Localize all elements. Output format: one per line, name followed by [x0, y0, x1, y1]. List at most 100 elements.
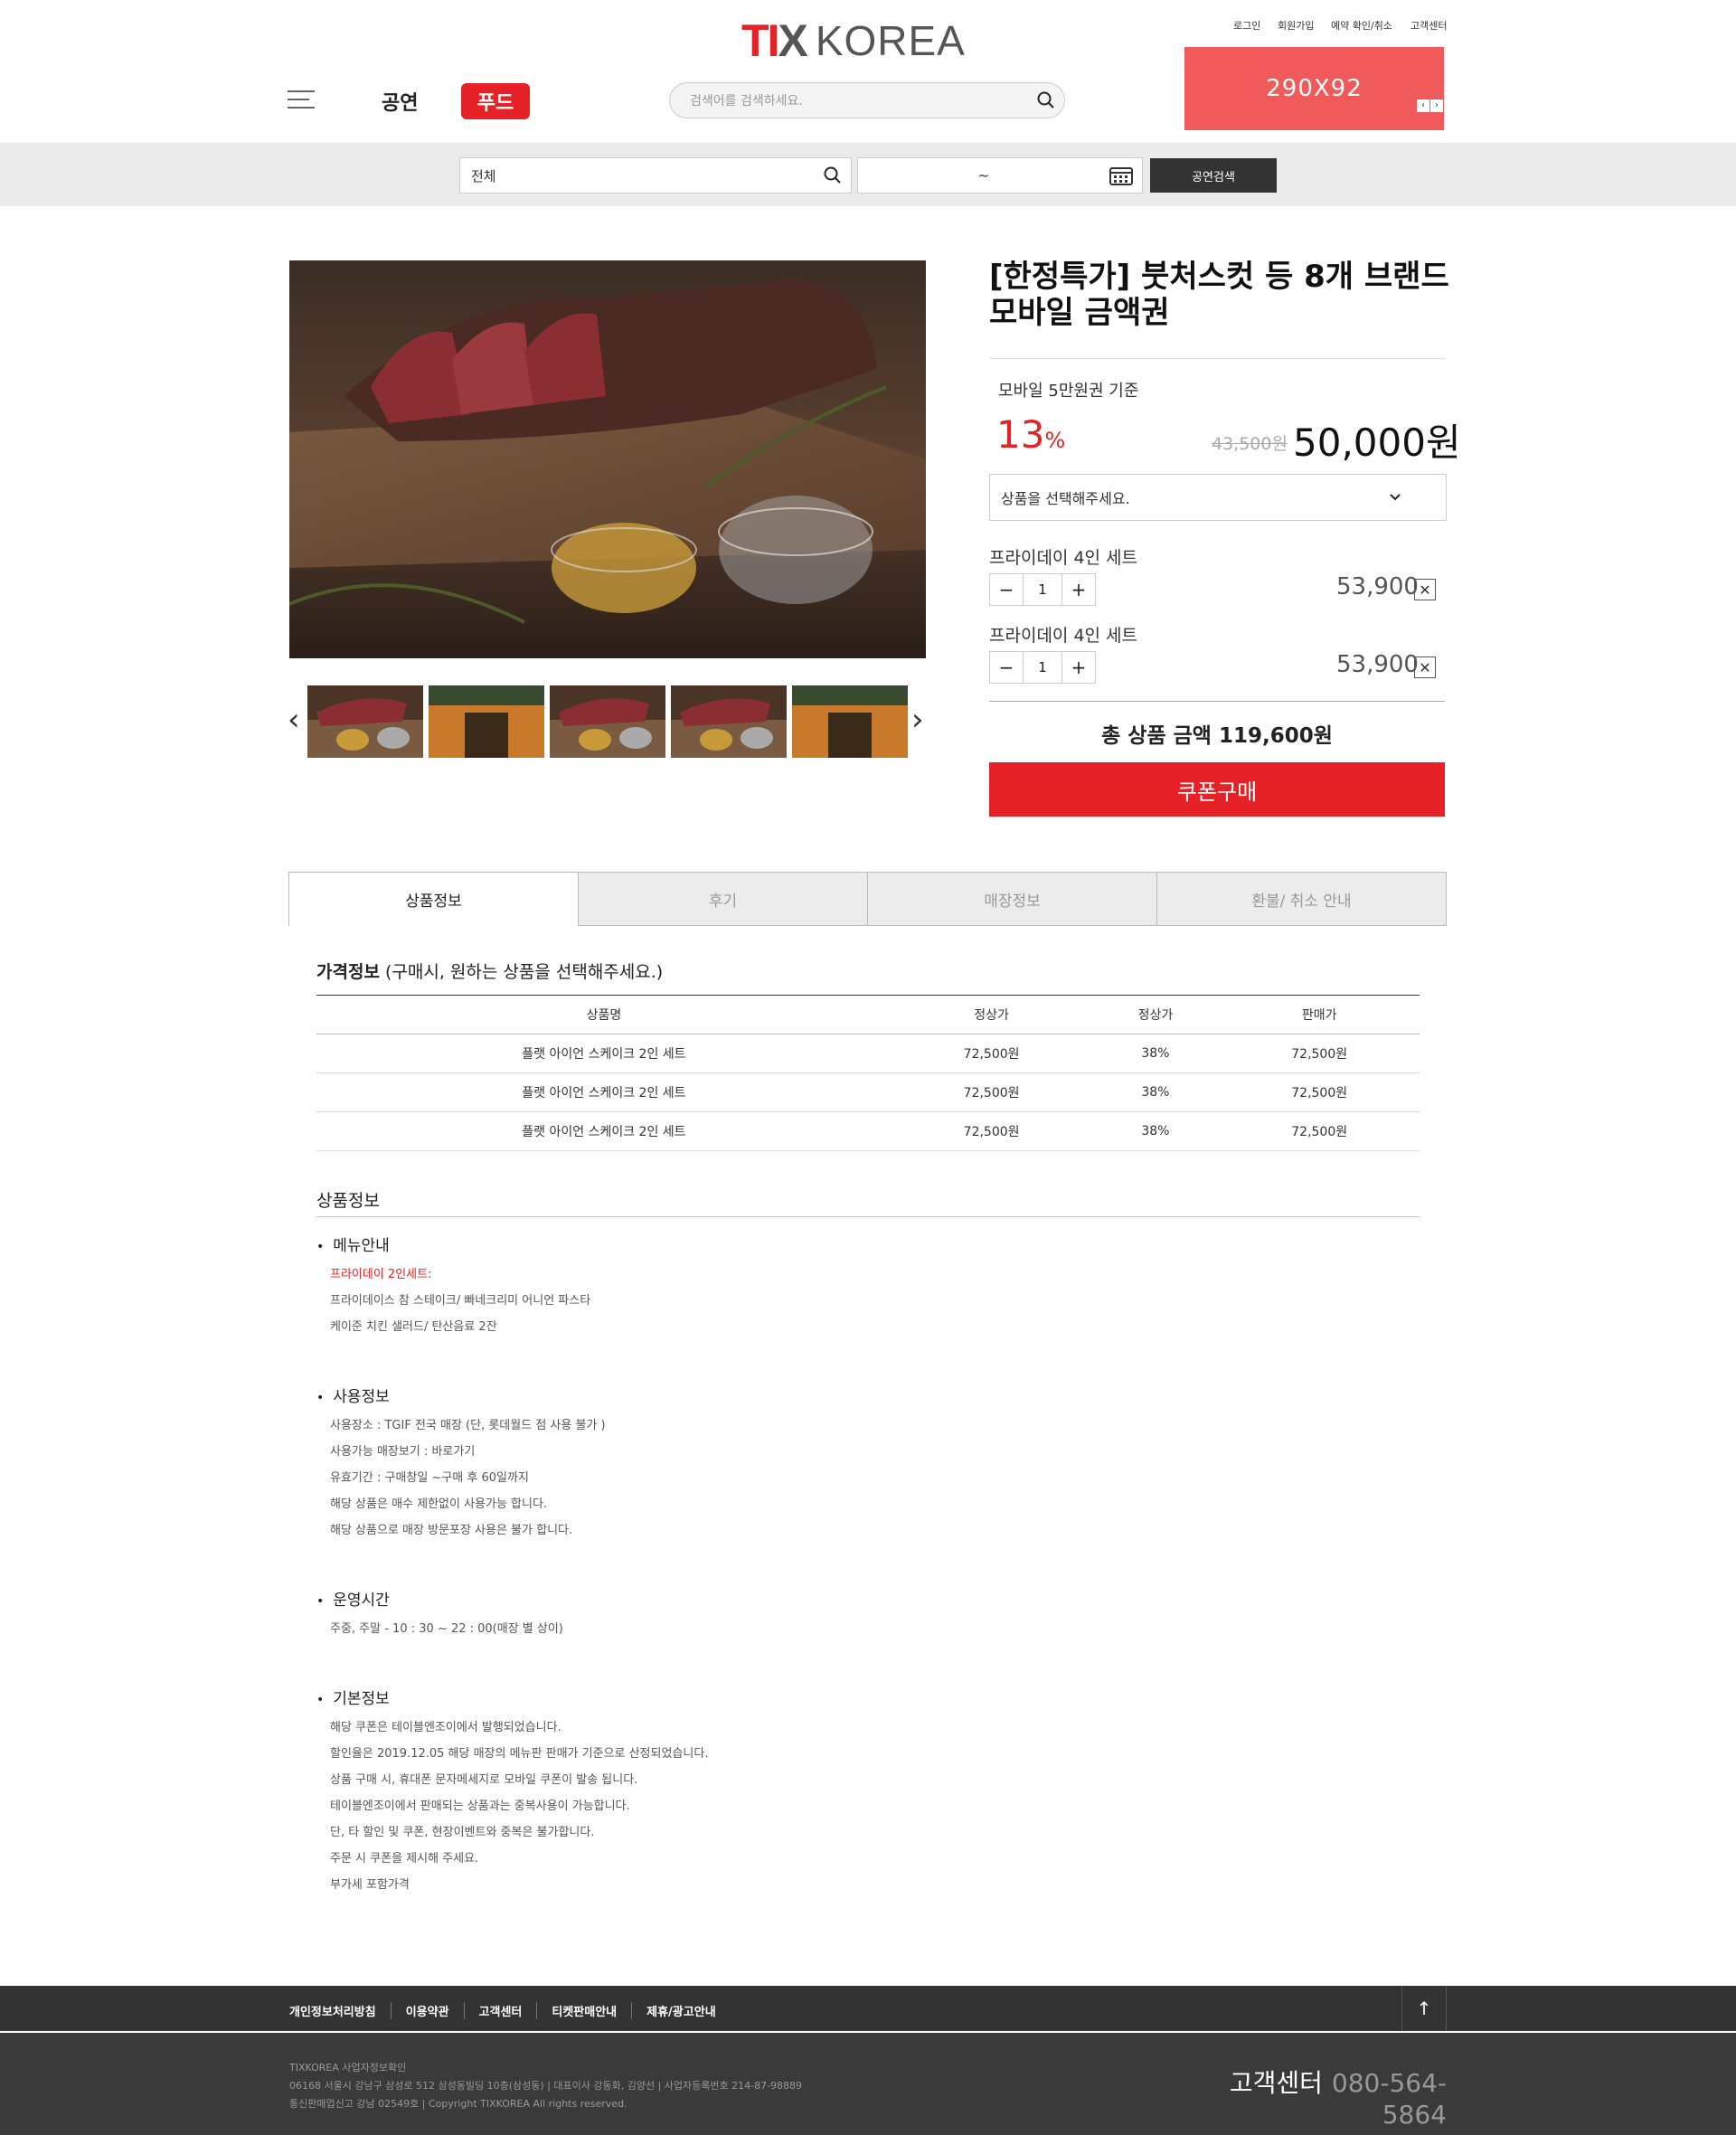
option-2-name: 프라이데이 4인 세트 — [989, 626, 1138, 646]
menu-guide-heading: 메뉴안내 — [316, 1233, 390, 1255]
menu-icon[interactable] — [288, 90, 315, 115]
footer-links-bar — [0, 1986, 1736, 2031]
discount-rate: 13% — [996, 412, 1065, 457]
option-2-price: 53,900 — [1336, 651, 1419, 678]
tab-product-info[interactable]: 상품정보 — [288, 872, 579, 926]
thumbnail-5[interactable] — [792, 685, 908, 758]
banner-text: 290X92 — [1266, 75, 1363, 102]
company-info-line: 06168 서울시 강남구 삼성로 512 삼성동빌딩 10층(삼성동) | 대… — [289, 2080, 803, 2092]
info-line: 할인율은 2019.12.05 해당 매장의 메뉴판 판매가 기준으로 산정되었… — [330, 1747, 709, 1761]
table-header-row: 상품명 정상가 정상가 판매가 — [316, 995, 1420, 1034]
remove-option-2-icon[interactable]: ✕ — [1414, 657, 1436, 678]
product-select-placeholder: 상품을 선택해주세요. — [1001, 490, 1130, 507]
category-select[interactable]: 전체 — [459, 157, 852, 194]
usage-info-heading: 사용정보 — [316, 1384, 390, 1406]
category-value: 전체 — [471, 167, 496, 184]
info-line: 부가세 포함가격 — [330, 1878, 410, 1892]
cs-phone-number: 080-564-5864 — [1331, 2068, 1447, 2130]
login-link[interactable]: 로그인 — [1233, 18, 1260, 33]
table-cell: 72,500원 — [1219, 1111, 1420, 1151]
info-line: 해당 쿠폰은 테이블엔조이에서 발행되었습니다. — [330, 1721, 561, 1734]
product-info-title: 상품정보 — [316, 1191, 380, 1211]
performance-search-button[interactable]: 공연검색 — [1150, 158, 1277, 193]
table-cell: 38% — [1091, 1034, 1220, 1073]
buy-coupon-button[interactable]: 쿠폰구매 — [989, 762, 1445, 817]
quantity-stepper-2[interactable]: − 1 + — [989, 651, 1096, 684]
date-range-input[interactable]: ~ — [857, 157, 1143, 194]
ticket-sales-link[interactable]: 티켓판매안내 — [536, 2002, 631, 2019]
thumbnail-4[interactable] — [671, 685, 787, 758]
reservation-link[interactable]: 예약 확인/취소 — [1331, 18, 1392, 33]
table-row: 플랫 아이언 스케이크 2인 세트 72,500원 38% 72,500원 — [316, 1111, 1420, 1151]
site-logo[interactable]: TIX KOREA — [741, 14, 966, 67]
logo-letter: X — [778, 15, 807, 66]
search-icon[interactable] — [1037, 91, 1055, 109]
thumbnail-1[interactable] — [307, 685, 423, 758]
partnership-link[interactable]: 제휴/광고안내 — [631, 2002, 731, 2019]
tab-refund[interactable]: 환불/ 취소 안내 — [1156, 872, 1447, 926]
thumb-next-icon[interactable]: › — [911, 702, 924, 738]
info-line: 테이블엔조이에서 판매되는 상품과는 중복사용이 가능합니다. — [330, 1800, 630, 1813]
banner-next-icon[interactable]: › — [1430, 99, 1443, 112]
info-line: 프라이데이스 참 스테이크/ 빠네크리미 어니언 파스타 — [330, 1294, 591, 1308]
total-price: 총 상품 금액 119,600원 — [1101, 724, 1333, 748]
minus-button[interactable]: − — [990, 652, 1023, 683]
logo-letter: T — [741, 15, 769, 66]
chevron-down-icon — [1390, 494, 1401, 501]
nav-performance[interactable]: 공연 — [382, 87, 418, 116]
minus-button[interactable]: − — [990, 574, 1023, 605]
quantity-stepper-1[interactable]: − 1 + — [989, 573, 1096, 606]
hours-heading: 운영시간 — [316, 1587, 390, 1610]
plus-button[interactable]: + — [1062, 652, 1095, 683]
calendar-icon[interactable] — [1109, 165, 1133, 185]
info-line: 단, 타 할인 및 쿠폰, 현장이벤트와 중복은 불가합니다. — [330, 1826, 595, 1839]
nav-food[interactable]: 푸드 — [461, 83, 530, 119]
basic-info-heading: 기본정보 — [316, 1686, 390, 1708]
tab-store-info[interactable]: 매장정보 — [867, 872, 1157, 926]
product-info-divider — [316, 1216, 1420, 1217]
search-input[interactable]: 검색어를 검색하세요. — [690, 91, 1037, 109]
product-select[interactable]: 상품을 선택해주세요. — [989, 474, 1447, 521]
col-regular-price-2: 정상가 — [1091, 995, 1220, 1034]
ad-banner[interactable]: 290X92 — [1184, 47, 1444, 130]
banner-prev-icon[interactable]: ‹ — [1417, 99, 1429, 112]
thumbnail-2[interactable] — [429, 685, 544, 758]
plus-button[interactable]: + — [1062, 574, 1095, 605]
logo-korea-text: KOREA — [815, 17, 966, 64]
remove-option-1-icon[interactable]: ✕ — [1414, 579, 1436, 600]
table-cell: 플랫 아이언 스케이크 2인 세트 — [316, 1072, 892, 1112]
price-info-title: 가격정보 (구매시, 원하는 상품을 선택해주세요.) — [316, 959, 663, 983]
price-info-heading: 가격정보 — [316, 962, 380, 982]
table-cell: 72,500원 — [891, 1111, 1092, 1151]
privacy-policy-link[interactable]: 개인정보처리방침 — [289, 2002, 391, 2019]
quantity-value[interactable]: 1 — [1023, 652, 1062, 683]
logo-tix-text: TIX — [741, 14, 808, 67]
search-icon[interactable] — [824, 166, 842, 184]
table-cell: 72,500원 — [1219, 1072, 1420, 1112]
terms-link[interactable]: 이용약관 — [390, 2002, 464, 2019]
original-price: 43,500원 — [1212, 434, 1288, 454]
thumb-prev-icon[interactable]: ‹ — [288, 702, 300, 738]
tab-reviews[interactable]: 후기 — [578, 872, 868, 926]
tabs-underline — [579, 925, 1447, 926]
customer-center-link[interactable]: 고객센터 — [1410, 18, 1447, 33]
col-product-name: 상품명 — [316, 995, 892, 1034]
product-title: [한정특가] 붓처스컷 등 8개 브랜드 모바일 금액권 — [989, 259, 1449, 331]
info-line: 해당 상품은 매수 제한없이 사용가능 합니다. — [330, 1497, 548, 1511]
signup-link[interactable]: 회원가입 — [1278, 18, 1314, 33]
thumbnail-3[interactable] — [550, 685, 665, 758]
table-cell: 플랫 아이언 스케이크 2인 세트 — [316, 1034, 892, 1073]
info-line: 주중, 주말 - 10 : 30 ~ 22 : 00(매장 별 상이) — [330, 1622, 563, 1636]
scroll-top-button[interactable]: ↑ — [1401, 1986, 1447, 2031]
footer-links: 개인정보처리방침 이용약관 고객센터 티켓판매안내 제휴/광고안내 — [289, 2002, 731, 2019]
search-bar[interactable]: 검색어를 검색하세요. — [669, 82, 1065, 118]
cs-label: 고객센터 — [1229, 2068, 1323, 2098]
table-row: 플랫 아이언 스케이크 2인 세트 72,500원 38% 72,500원 — [316, 1034, 1420, 1073]
quantity-value[interactable]: 1 — [1023, 574, 1062, 605]
logo-letter: I — [767, 15, 780, 66]
info-line: 유효기간 : 구매창일 ~구매 후 60일까지 — [330, 1471, 529, 1485]
footer-customer-center-link[interactable]: 고객센터 — [463, 2002, 537, 2019]
discount-unit: % — [1044, 428, 1066, 453]
product-main-image — [289, 260, 926, 658]
price-table: 상품명 정상가 정상가 판매가 플랫 아이언 스케이크 2인 세트 72,500… — [316, 995, 1420, 1151]
